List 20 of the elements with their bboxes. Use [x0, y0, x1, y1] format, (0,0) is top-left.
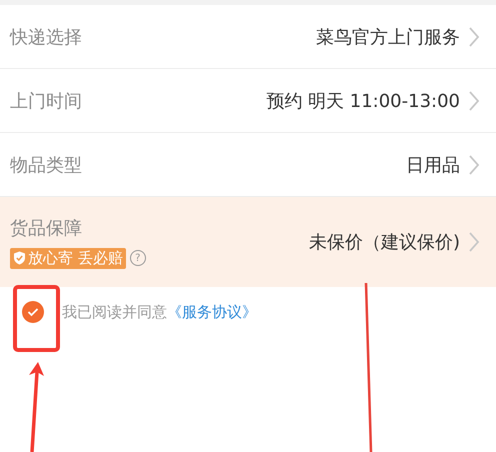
row-value: 菜鸟官方上门服务 — [316, 26, 460, 48]
chevron-icon — [468, 154, 480, 176]
highlight-frame — [13, 285, 60, 352]
row-value: 预约 明天 11:00-13:00 — [266, 90, 460, 112]
service-agreement-link[interactable]: 《服务协议》 — [167, 302, 257, 320]
row-label: 货品保障 — [10, 216, 83, 240]
check-icon — [27, 307, 39, 317]
agree-checkbox[interactable] — [22, 301, 44, 323]
chevron-icon — [468, 231, 480, 253]
row-label: 上门时间 — [10, 90, 82, 112]
protection-row[interactable]: 货品保障 放心寄 丢必赔 ? 未保价（建议保价) — [0, 197, 496, 287]
guarantee-badge: 放心寄 丢必赔 — [10, 248, 126, 268]
row-value: 未保价（建议保价) — [308, 231, 460, 254]
row-label: 物品类型 — [10, 154, 82, 176]
agreement-text: 我已阅读并同意《服务协议》 — [62, 302, 257, 322]
chevron-icon — [468, 90, 480, 112]
shield-check-icon — [13, 251, 26, 265]
chevron-icon — [468, 26, 480, 48]
row-label: 快递选择 — [10, 26, 82, 48]
row-value: 日用品 — [406, 154, 460, 176]
